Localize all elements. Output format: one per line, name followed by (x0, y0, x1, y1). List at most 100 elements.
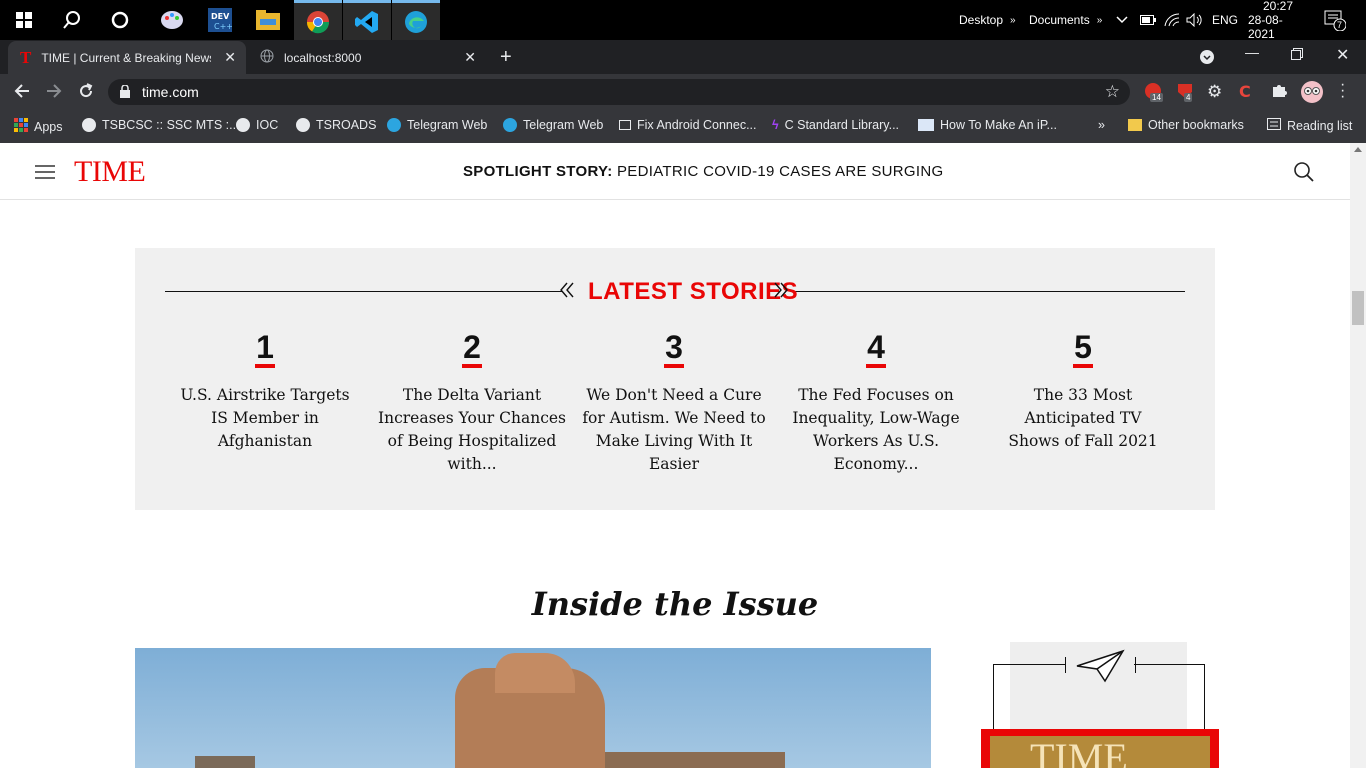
story-number: 5 (1073, 330, 1093, 368)
time-logo[interactable]: TIME (74, 155, 146, 189)
profile-avatar-icon[interactable] (1300, 80, 1324, 109)
windows-taskbar: DEV C++ Desktop » Documents » ENG 20:27 28-… (0, 0, 1366, 41)
svg-text:DEV: DEV (211, 12, 230, 21)
file-explorer-icon[interactable] (244, 0, 292, 40)
windows-start-icon[interactable] (0, 0, 48, 40)
wifi-icon[interactable] (1164, 0, 1180, 40)
story-item[interactable]: 5 The 33 Most Anticipated TV Shows of Fa… (988, 330, 1178, 453)
story-item[interactable]: 4 The Fed Focuses on Inequality, Low-Wag… (781, 330, 971, 476)
chevron-left-double-icon (559, 282, 575, 303)
web-page: TIME SPOTLIGHT STORY: PEDIATRIC COVID-19… (0, 143, 1350, 768)
close-tab-icon[interactable]: ✕ (224, 49, 236, 66)
bookmarks-bar: Apps TSBCSC :: SSC MTS :... IOC TSROADS … (0, 110, 1366, 143)
bookmark-telegram-1[interactable]: Telegram Web (387, 118, 487, 132)
scrollbar-thumb[interactable] (1352, 291, 1364, 325)
notifications-icon[interactable]: 7 (1324, 0, 1346, 40)
bookmark-tsbcsc[interactable]: TSBCSC :: SSC MTS :... (82, 118, 240, 132)
search-icon[interactable] (1294, 162, 1314, 187)
clock[interactable]: 20:27 28-08-2021 (1248, 0, 1308, 41)
magazine-cover-logo: TIME (990, 736, 1210, 768)
bookmark-apps[interactable]: Apps (14, 118, 63, 135)
bookmark-label: Apps (34, 119, 63, 134)
language-indicator[interactable]: ENG (1212, 0, 1238, 40)
extension-badge: 14 (1150, 93, 1163, 102)
svg-text:C++: C++ (214, 22, 232, 31)
tab-time[interactable]: T TIME | Current & Breaking News ✕ (8, 41, 246, 74)
new-tab-icon[interactable]: + (500, 46, 512, 69)
clock-time: 20:27 (1262, 0, 1294, 13)
edge-icon[interactable] (392, 0, 440, 40)
story-item[interactable]: 3 We Don't Need a Cure for Autism. We Ne… (579, 330, 769, 476)
notification-count: 7 (1337, 20, 1343, 30)
tab-localhost[interactable]: localhost:8000 ✕ (248, 41, 486, 74)
extension-shield-icon[interactable]: 4 (1176, 82, 1194, 105)
bookmark-ioc[interactable]: IOC (236, 118, 278, 132)
search-icon[interactable] (48, 0, 96, 40)
lock-icon (120, 84, 130, 101)
gear-icon[interactable]: ⚙ (1207, 82, 1222, 102)
feature-image[interactable] (135, 648, 931, 768)
url-text: time.com (142, 84, 199, 100)
bookmark-telegram-2[interactable]: Telegram Web (503, 118, 603, 132)
spotlight-story-link[interactable]: SPOTLIGHT STORY: PEDIATRIC COVID-19 CASE… (463, 163, 943, 180)
bookmark-c-standard-library[interactable]: ϟ C Standard Library... (772, 118, 899, 132)
other-bookmarks[interactable]: Other bookmarks (1128, 118, 1244, 132)
vscode-icon[interactable] (343, 0, 391, 40)
bookmark-label: Reading list (1287, 118, 1353, 133)
story-headline[interactable]: The 33 Most Anticipated TV Shows of Fall… (988, 384, 1178, 453)
story-headline[interactable]: The Fed Focuses on Inequality, Low-Wage … (781, 384, 971, 476)
scroll-up-icon[interactable] (1354, 147, 1362, 152)
forward-icon[interactable] (46, 83, 62, 104)
battery-icon[interactable] (1140, 0, 1156, 40)
tab-label: localhost:8000 (284, 50, 362, 65)
frame-tick (1135, 657, 1136, 673)
bookmarks-overflow-icon[interactable]: » (1098, 118, 1105, 132)
tab-search-icon[interactable] (1200, 50, 1214, 69)
divider (790, 291, 1185, 292)
time-favicon: T (20, 47, 32, 67)
paint-app-icon[interactable] (148, 0, 196, 40)
story-item[interactable]: 2 The Delta Variant Increases Your Chanc… (377, 330, 567, 476)
reload-icon[interactable] (78, 83, 94, 104)
bookmark-label: Fix Android Connec... (637, 118, 757, 132)
reading-list[interactable]: Reading list (1267, 118, 1352, 133)
documents-label: Documents (1029, 13, 1090, 27)
rock-peak (495, 653, 575, 693)
story-headline[interactable]: We Don't Need a Cure for Autism. We Need… (579, 384, 769, 476)
back-icon[interactable] (14, 83, 30, 104)
inside-the-issue-title: Inside the Issue (531, 585, 819, 623)
puzzle-icon[interactable] (1271, 82, 1287, 103)
address-bar[interactable]: time.com ☆ (108, 79, 1130, 105)
more-menu-icon[interactable]: · · · (1340, 77, 1345, 105)
extension-c-icon[interactable]: C (1239, 82, 1251, 101)
taskbar-desktop-toolbar[interactable]: Desktop » (959, 0, 1016, 40)
close-window-icon[interactable]: ✕ (1336, 45, 1349, 65)
telegram-icon (387, 118, 401, 132)
hamburger-menu-icon[interactable] (35, 165, 55, 184)
bookmark-how-to-make[interactable]: How To Make An iP... (918, 118, 1057, 132)
bookmark-label: How To Make An iP... (940, 118, 1057, 132)
story-headline[interactable]: U.S. Airstrike Targets IS Member in Afgh… (170, 384, 360, 453)
telegram-icon (503, 118, 517, 132)
restore-icon[interactable] (1291, 47, 1303, 65)
volume-icon[interactable] (1186, 0, 1204, 40)
close-tab-icon[interactable]: ✕ (464, 49, 476, 66)
scrollbar-track[interactable] (1350, 143, 1366, 768)
bookmark-label: IOC (256, 118, 279, 132)
chrome-taskbar-icon[interactable] (294, 0, 342, 40)
taskbar-documents-toolbar[interactable]: Documents » (1029, 0, 1102, 40)
minimize-icon[interactable]: — (1245, 44, 1259, 60)
bookmark-fix-android[interactable]: Fix Android Connec... (619, 118, 757, 132)
cortana-icon[interactable] (96, 0, 144, 40)
story-number: 3 (664, 330, 684, 368)
bookmark-tsroads[interactable]: TSROADS (296, 118, 376, 132)
reading-list-icon (1267, 118, 1281, 133)
bookmark-star-icon[interactable]: ☆ (1105, 82, 1120, 102)
story-item[interactable]: 1 U.S. Airstrike Targets IS Member in Af… (170, 330, 360, 453)
devc-app-icon[interactable]: DEV C++ (196, 0, 244, 40)
spotlight-label: SPOTLIGHT STORY: (463, 163, 613, 180)
chevron-up-icon[interactable] (1116, 0, 1128, 40)
story-headline[interactable]: The Delta Variant Increases Your Chances… (377, 384, 567, 476)
extension-red-icon[interactable]: 14 (1144, 82, 1163, 105)
clock-date: 28-08-2021 (1248, 13, 1283, 41)
